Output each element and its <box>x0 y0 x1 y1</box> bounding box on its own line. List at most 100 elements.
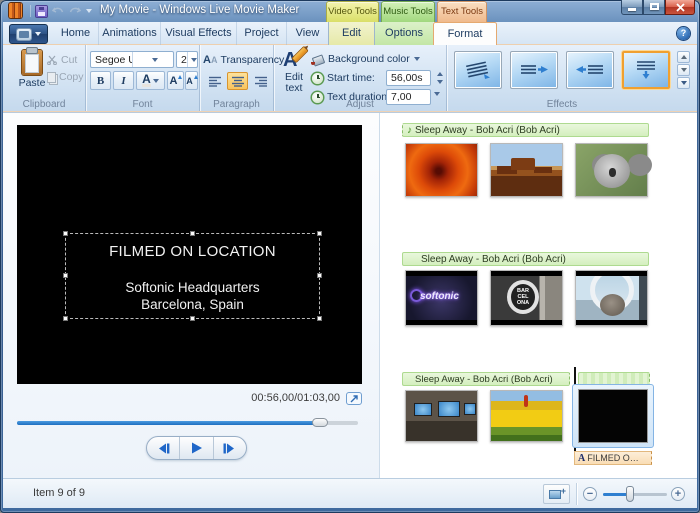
grow-font-button[interactable]: A <box>167 71 184 90</box>
bold-button[interactable]: B <box>90 71 111 90</box>
cut-button[interactable]: Cut <box>47 54 77 66</box>
effect-slide-right-tile[interactable] <box>566 51 614 89</box>
redo-icon[interactable] <box>69 6 81 16</box>
paste-button[interactable]: Paste <box>13 50 51 102</box>
play-button[interactable] <box>179 437 212 459</box>
paragraph-group-label: Paragraph <box>200 99 273 110</box>
save-icon[interactable] <box>36 6 47 17</box>
qat-dropdown-icon[interactable] <box>86 9 92 13</box>
fullscreen-button[interactable] <box>346 392 362 405</box>
transparency-icon: AA <box>203 54 217 66</box>
storyboard-item-flower[interactable] <box>405 143 478 197</box>
window-controls <box>621 0 695 15</box>
next-frame-button[interactable] <box>213 437 246 459</box>
align-right-button[interactable] <box>250 72 271 90</box>
thumbnail-size-button[interactable]: + <box>543 484 570 504</box>
effect-slide-left-tile[interactable] <box>510 51 558 89</box>
fullscreen-icon <box>350 395 359 403</box>
tab-animations[interactable]: Animations <box>99 22 161 45</box>
contextual-tab-text-tools[interactable]: Text Tools <box>437 1 487 22</box>
tab-options[interactable]: Options <box>375 22 433 45</box>
storyboard-item-softonic-logo[interactable]: softonic <box>405 270 478 326</box>
shrink-font-button[interactable]: A <box>185 71 198 90</box>
zoom-slider-thumb[interactable] <box>626 486 634 502</box>
copy-label: Copy <box>59 71 84 83</box>
edit-text-button[interactable]: A Edit text <box>277 49 311 103</box>
gallery-scroll-down-button[interactable] <box>677 64 690 76</box>
gallery-more-button[interactable] <box>677 77 690 89</box>
application-menu-button[interactable] <box>9 24 48 44</box>
italic-button[interactable]: I <box>113 71 134 90</box>
music-track-bar-3[interactable]: Sleep Away - Bob Acri (Bob Acri) <box>402 372 570 386</box>
storyboard-item-koala[interactable] <box>575 143 648 197</box>
font-family-combo[interactable]: Segoe UI <box>90 51 174 68</box>
tab-visual-effects[interactable]: Visual Effects <box>161 22 237 45</box>
effect-scroll-up-tile-selected[interactable] <box>622 51 670 89</box>
tab-project[interactable]: Project <box>237 22 287 45</box>
undo-icon[interactable] <box>52 6 64 16</box>
tab-edit[interactable]: Edit <box>329 22 375 45</box>
caption-line-3: Barcelona, Spain <box>66 297 319 312</box>
tab-home[interactable]: Home <box>53 22 99 45</box>
storyboard-item-desert[interactable] <box>490 143 563 197</box>
copy-button[interactable]: Copy <box>47 71 84 83</box>
seek-bar[interactable] <box>17 418 358 427</box>
music-track-bar-1[interactable]: ♪ Sleep Away - Bob Acri (Bob Acri) <box>402 123 649 137</box>
close-button[interactable] <box>665 0 695 15</box>
contextual-tab-music-tools[interactable]: Music Tools <box>381 1 435 22</box>
selection-handle[interactable] <box>190 316 195 321</box>
contextual-tab-video-tools[interactable]: Video Tools <box>326 1 379 22</box>
maximize-button[interactable] <box>643 0 665 15</box>
storyboard-item-round-window[interactable] <box>575 270 648 326</box>
selection-handle[interactable] <box>317 273 322 278</box>
align-left-button[interactable] <box>204 72 225 90</box>
start-time-input[interactable]: 56,00s <box>386 70 431 86</box>
spin-up-icon[interactable] <box>437 72 443 76</box>
window-title: My Movie - Windows Live Movie Maker <box>100 4 299 16</box>
music-track-label-3: Sleep Away - Bob Acri (Bob Acri) <box>407 374 553 385</box>
selection-handle[interactable] <box>63 316 68 321</box>
transparency-button[interactable]: AA Transparency <box>203 51 271 68</box>
start-time-spinner[interactable] <box>434 70 445 86</box>
movie-maker-app-icon[interactable] <box>9 3 22 18</box>
tab-view[interactable]: View <box>287 22 329 45</box>
gallery-scroll-up-button[interactable] <box>677 51 690 63</box>
shrink-font-icon: A <box>186 76 193 86</box>
help-button[interactable]: ? <box>677 27 690 40</box>
selection-handle[interactable] <box>317 316 322 321</box>
font-color-button[interactable]: A <box>136 71 165 90</box>
chevron-down-icon[interactable] <box>187 52 198 67</box>
font-size-combo[interactable]: 20 <box>176 51 198 68</box>
titlebar[interactable]: My Movie - Windows Live Movie Maker Vide… <box>0 0 700 22</box>
music-track-bar-2[interactable]: Sleep Away - Bob Acri (Bob Acri) <box>402 252 649 266</box>
zoom-out-button[interactable]: − <box>583 487 597 501</box>
selection-handle[interactable] <box>63 231 68 236</box>
effect-emphasis-slant-tile[interactable] <box>454 51 502 89</box>
clock-icon <box>312 73 323 84</box>
spin-down-icon[interactable] <box>437 80 443 84</box>
selection-handle[interactable] <box>63 273 68 278</box>
video-preview[interactable]: FILMED ON LOCATION Softonic Headquarters… <box>17 125 362 384</box>
previous-frame-button[interactable] <box>147 437 179 459</box>
caption-selection-box[interactable]: FILMED ON LOCATION Softonic Headquarters… <box>65 233 320 319</box>
storyboard-item-tulips[interactable] <box>490 390 563 442</box>
edit-text-label-1: Edit <box>285 73 303 82</box>
selection-handle[interactable] <box>190 231 195 236</box>
chevron-down-icon <box>35 32 41 36</box>
storyboard-item-title-card-selected[interactable] <box>572 384 654 448</box>
chevron-down-icon[interactable] <box>434 92 440 96</box>
minimize-button[interactable] <box>621 0 643 15</box>
tab-format-active[interactable]: Format <box>433 22 497 45</box>
alignment-buttons <box>204 72 271 90</box>
caption-track-item[interactable]: A FILMED O… <box>574 451 652 465</box>
storyboard-item-office[interactable] <box>405 390 478 442</box>
paint-bucket-icon <box>312 53 324 65</box>
background-color-button[interactable]: Background color <box>312 51 420 67</box>
zoom-in-button[interactable]: + <box>671 487 685 501</box>
align-center-button[interactable] <box>227 72 248 90</box>
transport-controls <box>146 436 247 460</box>
chevron-down-icon[interactable] <box>132 52 174 67</box>
seek-thumb[interactable] <box>312 418 328 427</box>
selection-handle[interactable] <box>317 231 322 236</box>
storyboard-item-barcelona-sign[interactable]: BARCELONA <box>490 270 563 326</box>
